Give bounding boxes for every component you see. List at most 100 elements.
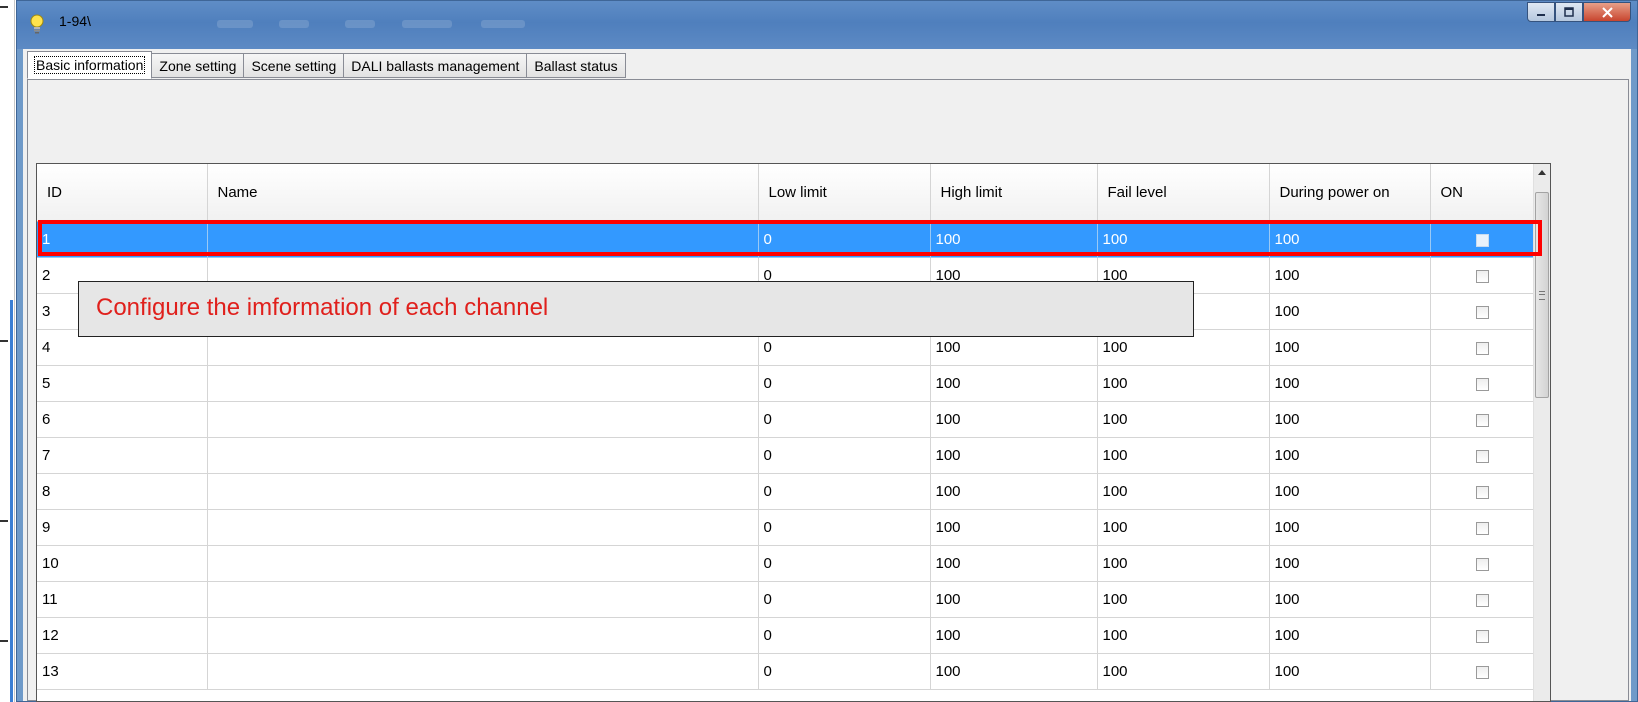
cell-high-limit[interactable]: 100 bbox=[930, 365, 1098, 402]
cell-high-limit[interactable]: 100 bbox=[930, 473, 1098, 510]
cell-id[interactable]: 12 bbox=[37, 617, 208, 654]
cell-fail-level[interactable]: 100 bbox=[1097, 401, 1270, 438]
cell-during-power-on[interactable]: 100 bbox=[1269, 293, 1431, 330]
cell-during-power-on[interactable]: 100 bbox=[1269, 473, 1431, 510]
cell-fail-level[interactable]: 100 bbox=[1097, 365, 1270, 402]
cell-id[interactable]: 8 bbox=[37, 473, 208, 510]
cell-name[interactable] bbox=[207, 545, 759, 582]
cell-high-limit[interactable]: 100 bbox=[930, 545, 1098, 582]
table-row[interactable]: 11 0 100 100 100 bbox=[37, 581, 1535, 618]
on-checkbox[interactable] bbox=[1475, 629, 1489, 643]
table-row[interactable]: 10 0 100 100 100 bbox=[37, 545, 1535, 582]
column-header-high-limit[interactable]: High limit bbox=[930, 164, 1098, 222]
table-row[interactable]: 6 0 100 100 100 bbox=[37, 401, 1535, 438]
tab-label: Ballast status bbox=[534, 58, 618, 74]
cell-during-power-on[interactable]: 100 bbox=[1269, 509, 1431, 546]
cell-during-power-on[interactable]: 100 bbox=[1269, 365, 1431, 402]
on-checkbox[interactable] bbox=[1475, 665, 1489, 679]
tab-ballast-status[interactable]: Ballast status bbox=[527, 53, 626, 78]
on-checkbox[interactable] bbox=[1475, 377, 1489, 391]
cell-id[interactable]: 11 bbox=[37, 581, 208, 618]
column-header-low-limit[interactable]: Low limit bbox=[758, 164, 931, 222]
cell-low-limit[interactable]: 0 bbox=[758, 401, 931, 438]
column-header-id[interactable]: ID bbox=[37, 164, 208, 222]
on-checkbox[interactable] bbox=[1475, 557, 1489, 571]
table-row[interactable]: 8 0 100 100 100 bbox=[37, 473, 1535, 510]
on-checkbox[interactable] bbox=[1475, 449, 1489, 463]
cell-during-power-on[interactable]: 100 bbox=[1269, 257, 1431, 294]
scroll-up-button[interactable] bbox=[1534, 164, 1550, 181]
cell-low-limit[interactable]: 0 bbox=[758, 509, 931, 546]
cell-high-limit[interactable]: 100 bbox=[930, 509, 1098, 546]
cell-fail-level[interactable]: 100 bbox=[1097, 437, 1270, 474]
cell-name[interactable] bbox=[207, 437, 759, 474]
cell-fail-level[interactable]: 100 bbox=[1097, 545, 1270, 582]
cell-low-limit[interactable]: 0 bbox=[758, 617, 931, 654]
on-checkbox[interactable] bbox=[1475, 485, 1489, 499]
on-checkbox[interactable] bbox=[1475, 593, 1489, 607]
cell-fail-level[interactable]: 100 bbox=[1097, 653, 1270, 690]
cell-high-limit[interactable]: 100 bbox=[930, 653, 1098, 690]
cell-low-limit[interactable]: 0 bbox=[758, 581, 931, 618]
table-row[interactable]: 9 0 100 100 100 bbox=[37, 509, 1535, 546]
column-header-during-power-on[interactable]: During power on bbox=[1269, 164, 1431, 222]
cell-low-limit[interactable]: 0 bbox=[758, 437, 931, 474]
cell-during-power-on[interactable]: 100 bbox=[1269, 653, 1431, 690]
cell-id[interactable]: 7 bbox=[37, 437, 208, 474]
cell-name[interactable] bbox=[207, 473, 759, 510]
tab-zone-setting[interactable]: Zone setting bbox=[152, 53, 245, 78]
column-header-on[interactable]: ON bbox=[1430, 164, 1535, 222]
blurred-title-text bbox=[481, 20, 525, 28]
cell-name[interactable] bbox=[207, 581, 759, 618]
table-row[interactable]: 5 0 100 100 100 bbox=[37, 365, 1535, 402]
column-header-name[interactable]: Name bbox=[207, 164, 759, 222]
cell-name[interactable] bbox=[207, 653, 759, 690]
cell-low-limit[interactable]: 0 bbox=[758, 653, 931, 690]
cell-low-limit[interactable]: 0 bbox=[758, 365, 931, 402]
table-row[interactable]: 7 0 100 100 100 bbox=[37, 437, 1535, 474]
maximize-button[interactable] bbox=[1555, 2, 1583, 22]
cell-high-limit[interactable]: 100 bbox=[930, 617, 1098, 654]
tab-label: Basic information bbox=[33, 56, 146, 74]
cell-id[interactable]: 5 bbox=[37, 365, 208, 402]
background-app-edge bbox=[0, 0, 15, 702]
cell-during-power-on[interactable]: 100 bbox=[1269, 545, 1431, 582]
tab-scene-setting[interactable]: Scene setting bbox=[244, 53, 345, 78]
tab-dali-ballasts-management[interactable]: DALI ballasts management bbox=[344, 53, 528, 78]
cell-id[interactable]: 10 bbox=[37, 545, 208, 582]
cell-id[interactable]: 13 bbox=[37, 653, 208, 690]
table-row[interactable]: 12 0 100 100 100 bbox=[37, 617, 1535, 654]
cell-fail-level[interactable]: 100 bbox=[1097, 509, 1270, 546]
cell-name[interactable] bbox=[207, 509, 759, 546]
title-bar[interactable]: 1-94\ bbox=[17, 1, 1637, 49]
close-button[interactable] bbox=[1583, 2, 1631, 22]
cell-during-power-on[interactable]: 100 bbox=[1269, 617, 1431, 654]
on-checkbox[interactable] bbox=[1475, 305, 1489, 319]
cell-high-limit[interactable]: 100 bbox=[930, 401, 1098, 438]
table-row[interactable]: 13 0 100 100 100 bbox=[37, 653, 1535, 690]
tab-basic-information[interactable]: Basic information bbox=[27, 51, 153, 79]
cell-fail-level[interactable]: 100 bbox=[1097, 581, 1270, 618]
background-app-scroll-edge bbox=[10, 300, 13, 702]
on-checkbox[interactable] bbox=[1475, 413, 1489, 427]
cell-during-power-on[interactable]: 100 bbox=[1269, 437, 1431, 474]
on-checkbox[interactable] bbox=[1475, 341, 1489, 355]
cell-id[interactable]: 9 bbox=[37, 509, 208, 546]
cell-during-power-on[interactable]: 100 bbox=[1269, 581, 1431, 618]
cell-fail-level[interactable]: 100 bbox=[1097, 617, 1270, 654]
cell-high-limit[interactable]: 100 bbox=[930, 437, 1098, 474]
cell-fail-level[interactable]: 100 bbox=[1097, 473, 1270, 510]
cell-during-power-on[interactable]: 100 bbox=[1269, 329, 1431, 366]
cell-id[interactable]: 6 bbox=[37, 401, 208, 438]
on-checkbox[interactable] bbox=[1475, 269, 1489, 283]
cell-high-limit[interactable]: 100 bbox=[930, 581, 1098, 618]
column-header-fail-level[interactable]: Fail level bbox=[1097, 164, 1270, 222]
cell-name[interactable] bbox=[207, 617, 759, 654]
on-checkbox[interactable] bbox=[1475, 521, 1489, 535]
cell-name[interactable] bbox=[207, 365, 759, 402]
minimize-button[interactable] bbox=[1527, 2, 1555, 22]
cell-low-limit[interactable]: 0 bbox=[758, 545, 931, 582]
cell-name[interactable] bbox=[207, 401, 759, 438]
cell-during-power-on[interactable]: 100 bbox=[1269, 401, 1431, 438]
cell-low-limit[interactable]: 0 bbox=[758, 473, 931, 510]
